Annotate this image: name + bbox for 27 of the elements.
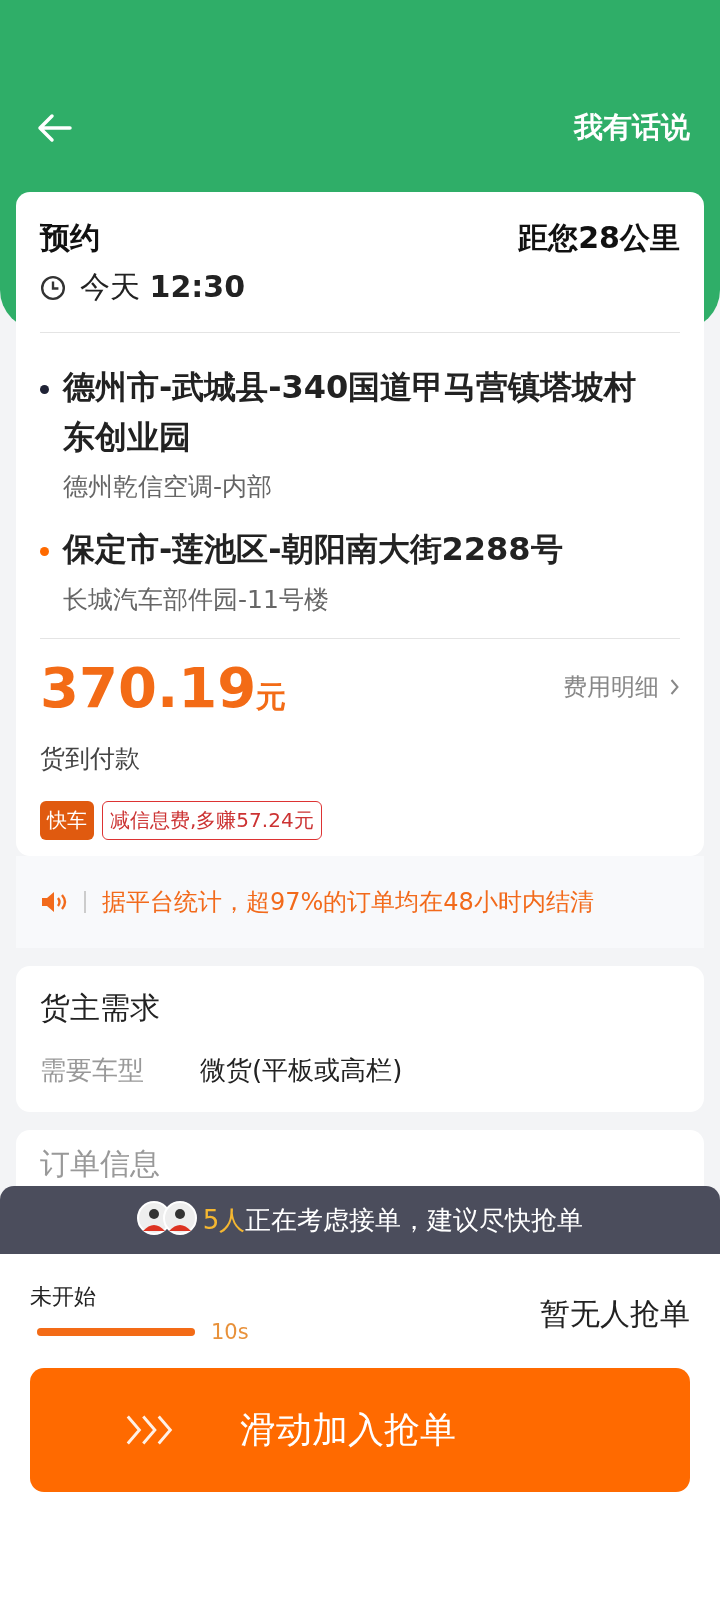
status-text: 未开始: [30, 1284, 96, 1309]
discount-tag: 减信息费,多赚57.24元: [102, 800, 322, 840]
price-text: 370.19元: [40, 654, 287, 720]
pickup-time: 今天 12:30: [80, 268, 246, 306]
fee-details-link[interactable]: 费用明细: [563, 671, 680, 704]
field-value: 微货(平板或高栏): [200, 1053, 403, 1087]
chevron-right-icon: [669, 678, 680, 697]
clock-icon: [40, 274, 66, 301]
grab-status: 暂无人抢单: [540, 1295, 690, 1333]
address-detail: 德州乾信空调-内部: [63, 471, 274, 504]
payment-method: 货到付款: [40, 742, 141, 775]
field-label: 需要车型: [40, 1053, 144, 1087]
distance-text: 距您28公里: [518, 219, 680, 257]
address-text: 德州市-武城县-340国道甲马营镇塔坡村东创业园: [63, 367, 638, 458]
speaker-icon: [40, 889, 68, 914]
address-detail: 长城汽车部件园-11号楼: [63, 583, 330, 616]
vehicle-tag: 快车: [40, 800, 94, 840]
notice-text: 据平台统计，超97%的订单均在48小时内结清: [102, 886, 594, 918]
order-type: 预约: [40, 219, 100, 257]
feedback-link[interactable]: 我有话说: [574, 108, 690, 148]
slide-button[interactable]: 滑动加入抢单: [30, 1368, 690, 1492]
section-title: 订单信息: [40, 1144, 161, 1183]
countdown-text: 10s: [211, 1320, 249, 1344]
address-text: 保定市-莲池区-朝阳南大街2288号: [63, 529, 563, 571]
section-title: 货主需求: [40, 988, 161, 1027]
back-arrow-icon[interactable]: [36, 113, 72, 143]
alert-text: 5人正在考虑接单，建议尽快抢单: [202, 1203, 584, 1237]
